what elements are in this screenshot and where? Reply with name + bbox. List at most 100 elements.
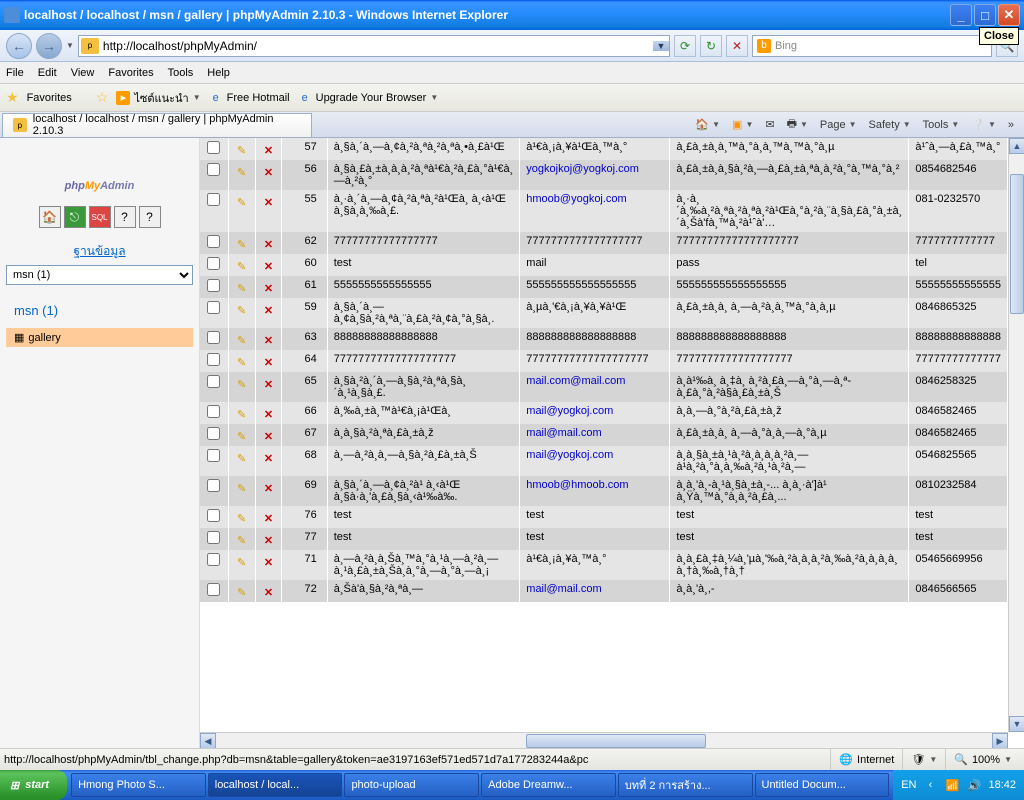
row-checkbox[interactable] <box>207 235 220 248</box>
database-select[interactable]: msn (1) <box>6 265 193 285</box>
row-checkbox[interactable] <box>207 509 220 522</box>
delete-icon[interactable]: ✕ <box>264 261 273 273</box>
taskbar-item[interactable]: localhost / local... <box>208 773 343 797</box>
edit-icon[interactable]: ✎ <box>237 261 246 273</box>
edit-icon[interactable]: ✎ <box>237 587 246 599</box>
menu-file[interactable]: File <box>6 67 24 79</box>
edit-icon[interactable]: ✎ <box>237 379 246 391</box>
row-checkbox[interactable] <box>207 427 220 440</box>
delete-icon[interactable]: ✕ <box>264 535 273 547</box>
edit-icon[interactable]: ✎ <box>237 145 246 157</box>
row-checkbox[interactable] <box>207 583 220 596</box>
docs-icon[interactable]: ? <box>114 206 136 228</box>
print-button[interactable]: 🖶▼ <box>787 115 808 134</box>
overflow-button[interactable]: » <box>1008 119 1014 131</box>
start-button[interactable]: ⊞start <box>0 770 67 800</box>
row-checkbox[interactable] <box>207 531 220 544</box>
fav-hotmail[interactable]: eFree Hotmail <box>209 91 290 105</box>
feeds-button[interactable]: ▣▼ <box>732 118 753 131</box>
row-checkbox[interactable] <box>207 141 220 154</box>
edit-icon[interactable]: ✎ <box>237 431 246 443</box>
help-button[interactable]: ❔▼ <box>971 118 996 131</box>
tray-volume-icon[interactable]: 🔊 <box>966 777 982 793</box>
taskbar-item[interactable]: Hmong Photo S... <box>71 773 206 797</box>
taskbar-item[interactable]: photo-upload <box>344 773 479 797</box>
edit-icon[interactable]: ✎ <box>237 409 246 421</box>
scroll-up-icon[interactable]: ▲ <box>1009 138 1024 154</box>
email-link[interactable]: hmoob@yogkoj.com <box>526 193 626 205</box>
row-checkbox[interactable] <box>207 301 220 314</box>
taskbar-item[interactable]: Untitled Docum... <box>755 773 890 797</box>
menu-favorites[interactable]: Favorites <box>108 67 153 79</box>
browser-tab[interactable]: p localhost / localhost / msn / gallery … <box>2 113 312 137</box>
taskbar-item[interactable]: Adobe Dreamw... <box>481 773 616 797</box>
row-checkbox[interactable] <box>207 353 220 366</box>
row-checkbox[interactable] <box>207 193 220 206</box>
delete-icon[interactable]: ✕ <box>264 379 273 391</box>
forward-button[interactable]: → <box>36 33 62 59</box>
hscroll-thumb[interactable] <box>526 734 706 748</box>
email-link[interactable]: mail@mail.com <box>526 583 601 595</box>
mail-button[interactable]: ✉ <box>765 118 774 131</box>
vertical-scrollbar[interactable]: ▲ ▼ <box>1008 138 1024 732</box>
delete-icon[interactable]: ✕ <box>264 513 273 525</box>
search-box[interactable]: b Bing <box>752 35 992 57</box>
edit-icon[interactable]: ✎ <box>237 197 246 209</box>
row-checkbox[interactable] <box>207 331 220 344</box>
row-checkbox[interactable] <box>207 449 220 462</box>
query-icon[interactable]: ? <box>139 206 161 228</box>
delete-icon[interactable]: ✕ <box>264 409 273 421</box>
home-button[interactable]: 🏠▼ <box>695 118 720 131</box>
delete-icon[interactable]: ✕ <box>264 335 273 347</box>
fav-add-button[interactable]: ☆ <box>96 89 109 106</box>
delete-icon[interactable]: ✕ <box>264 587 273 599</box>
refresh-button[interactable]: ↻ <box>700 35 722 57</box>
row-checkbox[interactable] <box>207 405 220 418</box>
table-gallery[interactable]: ▦gallery <box>6 328 193 347</box>
vscroll-thumb[interactable] <box>1010 174 1024 314</box>
delete-icon[interactable]: ✕ <box>264 197 273 209</box>
url-dropdown[interactable]: ▼ <box>653 41 669 51</box>
fav-upgrade[interactable]: eUpgrade Your Browser ▼ <box>298 91 439 105</box>
delete-icon[interactable]: ✕ <box>264 305 273 317</box>
clock[interactable]: 18:42 <box>988 779 1016 791</box>
tray-network-icon[interactable]: 📶 <box>944 777 960 793</box>
home-icon[interactable]: 🏠 <box>39 206 61 228</box>
sql-icon[interactable]: SQL <box>89 206 111 228</box>
menu-tools[interactable]: Tools <box>168 67 194 79</box>
edit-icon[interactable]: ✎ <box>237 483 246 495</box>
minimize-button[interactable]: _ <box>950 4 972 26</box>
edit-icon[interactable]: ✎ <box>237 535 246 547</box>
zoom-control[interactable]: 🔍100% ▼ <box>945 749 1020 770</box>
stop-button[interactable]: ✕ <box>726 35 748 57</box>
page-menu[interactable]: Page▼ <box>820 119 857 131</box>
compat-button[interactable]: ⟳ <box>674 35 696 57</box>
menu-help[interactable]: Help <box>207 67 230 79</box>
fav-suggested[interactable]: ▸ไซต์แนะนำ ▼ <box>116 89 200 107</box>
delete-icon[interactable]: ✕ <box>264 483 273 495</box>
edit-icon[interactable]: ✎ <box>237 167 246 179</box>
delete-icon[interactable]: ✕ <box>264 239 273 251</box>
edit-icon[interactable]: ✎ <box>237 335 246 347</box>
delete-icon[interactable]: ✕ <box>264 557 273 569</box>
safety-menu[interactable]: Safety▼ <box>869 119 911 131</box>
tools-menu[interactable]: Tools▼ <box>923 119 960 131</box>
row-checkbox[interactable] <box>207 163 220 176</box>
edit-icon[interactable]: ✎ <box>237 557 246 569</box>
tray-expand-icon[interactable]: ‹ <box>922 777 938 793</box>
nav-history-dropdown[interactable]: ▼ <box>66 41 74 50</box>
db-link[interactable]: msn (1) <box>6 299 193 322</box>
favorites-star-icon[interactable]: ★ <box>6 89 19 106</box>
row-checkbox[interactable] <box>207 257 220 270</box>
edit-icon[interactable]: ✎ <box>237 305 246 317</box>
edit-icon[interactable]: ✎ <box>237 283 246 295</box>
taskbar-item[interactable]: บทที่ 2 การสร้าง... <box>618 773 753 797</box>
delete-icon[interactable]: ✕ <box>264 357 273 369</box>
delete-icon[interactable]: ✕ <box>264 167 273 179</box>
favorites-label[interactable]: Favorites <box>27 92 72 104</box>
edit-icon[interactable]: ✎ <box>237 357 246 369</box>
email-link[interactable]: mail.com@mail.com <box>526 375 625 387</box>
delete-icon[interactable]: ✕ <box>264 283 273 295</box>
lang-indicator[interactable]: EN <box>901 779 916 791</box>
row-checkbox[interactable] <box>207 553 220 566</box>
